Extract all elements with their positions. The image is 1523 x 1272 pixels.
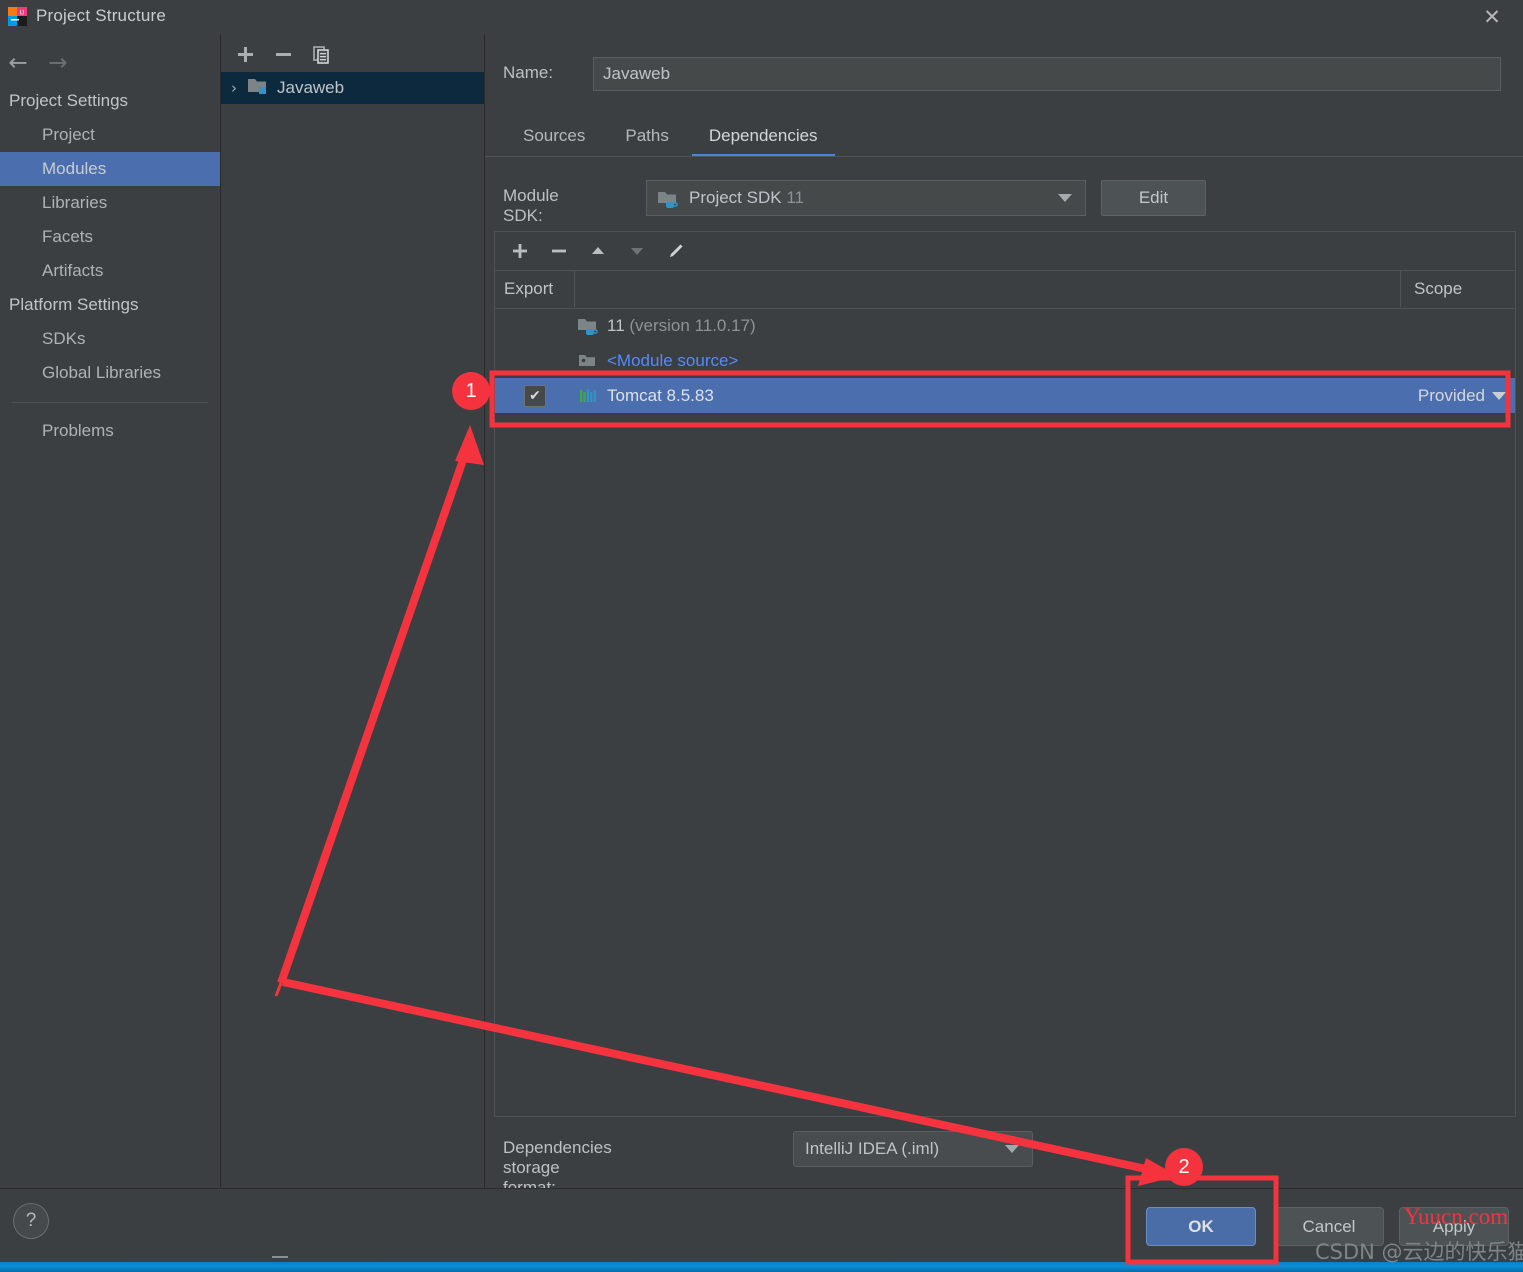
- sidebar-nav-arrows: ← →: [0, 48, 220, 82]
- svg-text:IJ: IJ: [20, 11, 25, 17]
- help-bar: ?: [0, 1188, 220, 1263]
- library-bars-icon: [575, 387, 601, 405]
- sidebar-item-libraries[interactable]: Libraries: [0, 186, 220, 220]
- column-header-export[interactable]: Export: [495, 271, 575, 307]
- module-sdk-label: Module SDK:: [503, 186, 559, 225]
- module-tabs: Sources Paths Dependencies: [503, 118, 1523, 160]
- module-folder-icon: [247, 76, 268, 100]
- forward-arrow-icon[interactable]: →: [42, 48, 74, 78]
- tab-dependencies[interactable]: Dependencies: [689, 118, 838, 157]
- help-icon[interactable]: ?: [13, 1203, 49, 1239]
- annotation-badge-2: 2: [1165, 1148, 1203, 1186]
- sidebar-item-facets[interactable]: Facets: [0, 220, 220, 254]
- sidebar-item-artifacts[interactable]: Artifacts: [0, 254, 220, 288]
- remove-dependency-button[interactable]: [545, 237, 573, 265]
- sidebar-item-project[interactable]: Project: [0, 118, 220, 152]
- table-row[interactable]: ✔ Tomcat 8.5.83 Provided: [495, 378, 1515, 413]
- dependency-label: 11 (version 11.0.17): [607, 315, 756, 335]
- storage-format-value: IntelliJ IDEA (.iml): [805, 1139, 940, 1158]
- chevron-down-icon[interactable]: [1005, 1145, 1019, 1153]
- os-taskbar-strip: [0, 1262, 1523, 1272]
- remove-module-button[interactable]: [269, 40, 297, 68]
- add-module-button[interactable]: [231, 40, 259, 68]
- jdk-folder-icon: [575, 316, 601, 336]
- sidebar-item-global-libraries[interactable]: Global Libraries: [0, 356, 220, 390]
- copy-module-button[interactable]: [307, 40, 335, 68]
- module-sdk-select[interactable]: Project SDK 11: [646, 180, 1086, 216]
- move-up-button[interactable]: [584, 237, 612, 265]
- title-bar: IJ Project Structure ✕: [0, 0, 1523, 35]
- sidebar-item-problems[interactable]: Problems: [0, 414, 220, 448]
- column-header-scope[interactable]: Scope: [1400, 271, 1515, 307]
- dependency-scope-value[interactable]: Provided: [1418, 386, 1485, 406]
- sidebar-list: Project Settings Project Modules Librari…: [0, 84, 220, 448]
- dependencies-table-header: Export Scope: [495, 271, 1515, 309]
- edit-sdk-button[interactable]: Edit: [1101, 180, 1206, 216]
- module-editor-pane: Name: Sources Paths Dependencies Module …: [485, 34, 1523, 1197]
- sidebar-divider: [12, 402, 208, 403]
- module-name-row: Name:: [503, 57, 1507, 93]
- export-checkbox[interactable]: ✔: [524, 384, 546, 407]
- module-name-input[interactable]: [593, 57, 1501, 91]
- taskbar-dash: [272, 1256, 288, 1258]
- dependencies-toolbar: [495, 232, 1515, 271]
- dependencies-table: Export Scope 11 (version 11.0.17) <Modul…: [494, 231, 1516, 1117]
- module-name-label: Name:: [503, 63, 554, 82]
- back-arrow-icon[interactable]: ←: [2, 48, 34, 78]
- module-tree-pane: › Javaweb: [221, 34, 485, 1188]
- sidebar-group-platform-settings: Platform Settings: [9, 295, 139, 314]
- settings-sidebar: ← → Project Settings Project Modules Lib…: [0, 34, 221, 1188]
- add-dependency-button[interactable]: [506, 237, 534, 265]
- move-down-button[interactable]: [623, 237, 651, 265]
- watermark-author: CSDN @云边的快乐猫: [1315, 1240, 1523, 1264]
- dependencies-rows: 11 (version 11.0.17) <Module source> ✔ T…: [495, 308, 1515, 413]
- chevron-down-icon[interactable]: [1058, 194, 1072, 202]
- module-source-icon: [575, 351, 601, 371]
- watermark-site: Yuucn.com: [1404, 1204, 1509, 1229]
- storage-format-select[interactable]: IntelliJ IDEA (.iml): [793, 1131, 1033, 1167]
- tabs-underline: [485, 156, 1523, 157]
- module-tree-item-javaweb[interactable]: › Javaweb: [221, 72, 484, 104]
- module-tree-toolbar: [221, 34, 484, 73]
- chevron-down-icon[interactable]: [1492, 392, 1506, 400]
- window-title: Project Structure: [36, 6, 167, 25]
- ok-button[interactable]: OK: [1146, 1207, 1256, 1246]
- tab-paths[interactable]: Paths: [605, 118, 688, 157]
- sidebar-item-sdks[interactable]: SDKs: [0, 322, 220, 356]
- chevron-right-icon[interactable]: ›: [221, 79, 247, 97]
- tab-sources[interactable]: Sources: [503, 118, 605, 157]
- sidebar-group-project-settings: Project Settings: [9, 91, 129, 110]
- module-tree-item-label: Javaweb: [277, 78, 345, 97]
- jdk-folder-icon: [657, 189, 679, 214]
- edit-dependency-button[interactable]: [662, 237, 690, 265]
- project-structure-dialog: IJ Project Structure ✕ ← → Project Setti…: [0, 0, 1523, 1272]
- export-cell[interactable]: ✔: [495, 384, 575, 407]
- dependency-label: Tomcat 8.5.83: [607, 385, 714, 405]
- table-row[interactable]: 11 (version 11.0.17): [495, 308, 1515, 343]
- intellij-idea-icon: IJ: [8, 7, 27, 26]
- sidebar-item-modules[interactable]: Modules: [0, 152, 220, 186]
- close-icon[interactable]: ✕: [1469, 0, 1515, 34]
- module-sdk-value: Project SDK 11: [689, 188, 804, 207]
- table-row[interactable]: <Module source>: [495, 343, 1515, 378]
- dependency-label[interactable]: <Module source>: [607, 351, 738, 371]
- annotation-badge-1: 1: [452, 372, 490, 410]
